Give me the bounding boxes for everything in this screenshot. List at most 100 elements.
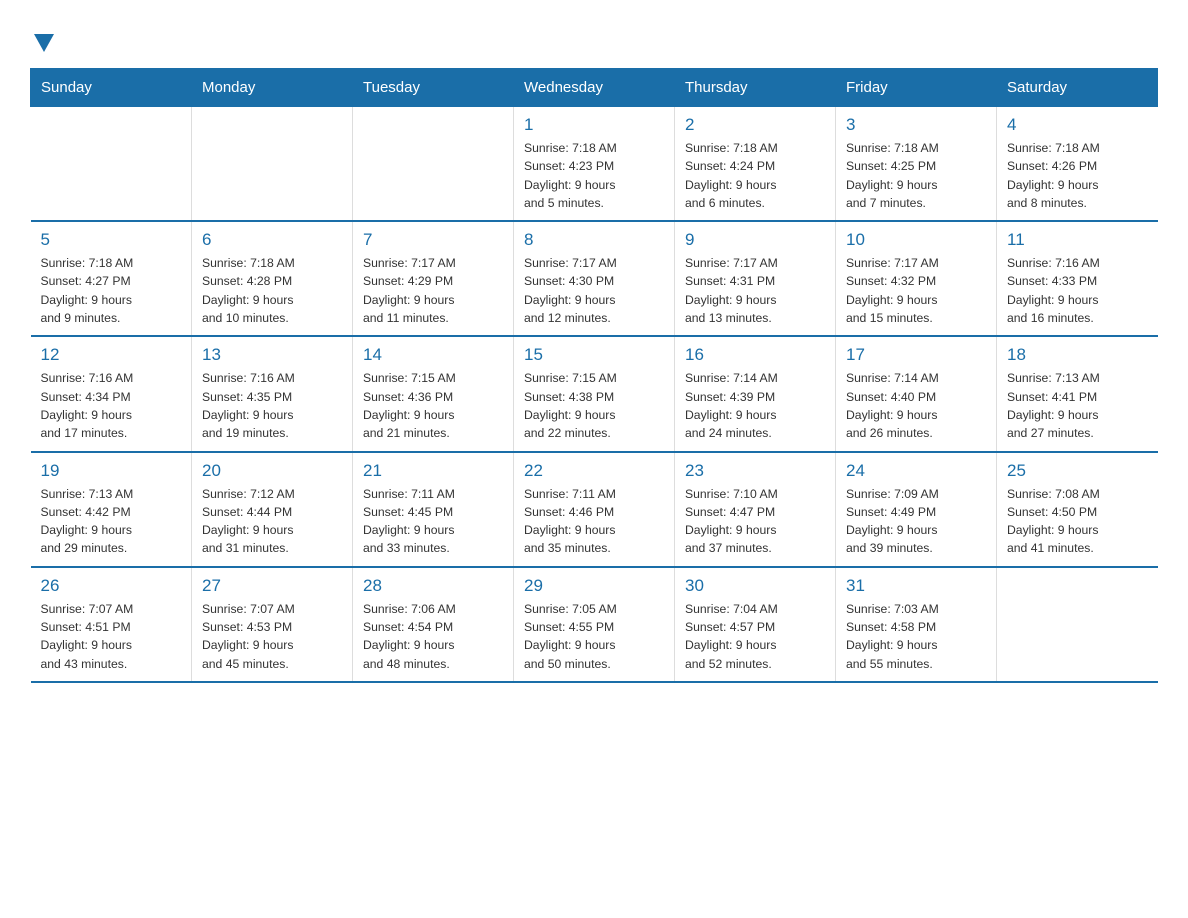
day-number: 17 [846,345,986,365]
header-thursday: Thursday [675,69,836,107]
day-info: Sunrise: 7:04 AMSunset: 4:57 PMDaylight:… [685,600,825,673]
day-number: 5 [41,230,182,250]
day-info: Sunrise: 7:16 AMSunset: 4:35 PMDaylight:… [202,369,342,442]
day-number: 15 [524,345,664,365]
day-info: Sunrise: 7:13 AMSunset: 4:42 PMDaylight:… [41,485,182,558]
day-info: Sunrise: 7:18 AMSunset: 4:23 PMDaylight:… [524,139,664,212]
calendar-cell: 31 Sunrise: 7:03 AMSunset: 4:58 PMDayligh… [836,567,997,682]
day-info: Sunrise: 7:14 AMSunset: 4:39 PMDaylight:… [685,369,825,442]
calendar-week-row: 1 Sunrise: 7:18 AMSunset: 4:23 PMDaylight… [31,107,1158,222]
calendar-week-row: 26Sunrise: 7:07 AMSunset: 4:51 PMDayligh… [31,567,1158,682]
day-number: 27 [202,576,342,596]
calendar-cell [997,567,1158,682]
calendar-cell: 14Sunrise: 7:15 AMSunset: 4:36 PMDayligh… [353,336,514,451]
day-number: 1 [524,115,664,135]
day-number: 26 [41,576,182,596]
calendar-cell: 23 Sunrise: 7:10 AMSunset: 4:47 PMDayligh… [675,452,836,567]
day-info: Sunrise: 7:06 AMSunset: 4:54 PMDaylight:… [363,600,503,673]
day-number: 12 [41,345,182,365]
logo-triangle-icon [34,34,54,52]
day-info: Sunrise: 7:08 AMSunset: 4:50 PMDaylight:… [1007,485,1148,558]
calendar-cell [31,107,192,222]
calendar-cell: 18Sunrise: 7:13 AMSunset: 4:41 PMDayligh… [997,336,1158,451]
header-friday: Friday [836,69,997,107]
calendar-cell: 13Sunrise: 7:16 AMSunset: 4:35 PMDayligh… [192,336,353,451]
calendar-cell: 9 Sunrise: 7:17 AMSunset: 4:31 PMDaylight… [675,221,836,336]
calendar-cell: 30 Sunrise: 7:04 AMSunset: 4:57 PMDayligh… [675,567,836,682]
calendar-cell: 2Sunrise: 7:18 AMSunset: 4:24 PMDaylight… [675,107,836,222]
calendar-cell: 8 Sunrise: 7:17 AMSunset: 4:30 PMDaylight… [514,221,675,336]
day-number: 22 [524,461,664,481]
day-number: 11 [1007,230,1148,250]
calendar-cell: 15 Sunrise: 7:15 AMSunset: 4:38 PMDayligh… [514,336,675,451]
calendar-cell: 12 Sunrise: 7:16 AMSunset: 4:34 PMDayligh… [31,336,192,451]
calendar-cell: 29 Sunrise: 7:05 AMSunset: 4:55 PMDayligh… [514,567,675,682]
header-monday: Monday [192,69,353,107]
calendar-table: SundayMondayTuesdayWednesdayThursdayFrid… [30,68,1158,683]
calendar-week-row: 5 Sunrise: 7:18 AMSunset: 4:27 PMDaylight… [31,221,1158,336]
calendar-header-row: SundayMondayTuesdayWednesdayThursdayFrid… [31,69,1158,107]
day-info: Sunrise: 7:17 AMSunset: 4:29 PMDaylight:… [363,254,503,327]
calendar-cell: 6 Sunrise: 7:18 AMSunset: 4:28 PMDaylight… [192,221,353,336]
day-number: 25 [1007,461,1148,481]
day-info: Sunrise: 7:10 AMSunset: 4:47 PMDaylight:… [685,485,825,558]
day-number: 24 [846,461,986,481]
calendar-cell: 19 Sunrise: 7:13 AMSunset: 4:42 PMDayligh… [31,452,192,567]
day-number: 18 [1007,345,1148,365]
calendar-cell: 24 Sunrise: 7:09 AMSunset: 4:49 PMDayligh… [836,452,997,567]
day-info: Sunrise: 7:16 AMSunset: 4:34 PMDaylight:… [41,369,182,442]
header-sunday: Sunday [31,69,192,107]
day-info: Sunrise: 7:17 AMSunset: 4:30 PMDaylight:… [524,254,664,327]
day-info: Sunrise: 7:16 AMSunset: 4:33 PMDaylight:… [1007,254,1148,327]
day-info: Sunrise: 7:05 AMSunset: 4:55 PMDaylight:… [524,600,664,673]
day-number: 4 [1007,115,1148,135]
day-number: 7 [363,230,503,250]
day-number: 19 [41,461,182,481]
day-number: 16 [685,345,825,365]
header-saturday: Saturday [997,69,1158,107]
day-number: 31 [846,576,986,596]
day-info: Sunrise: 7:03 AMSunset: 4:58 PMDaylight:… [846,600,986,673]
day-info: Sunrise: 7:15 AMSunset: 4:36 PMDaylight:… [363,369,503,442]
calendar-cell: 20 Sunrise: 7:12 AMSunset: 4:44 PMDayligh… [192,452,353,567]
day-number: 29 [524,576,664,596]
day-number: 21 [363,461,503,481]
day-info: Sunrise: 7:14 AMSunset: 4:40 PMDaylight:… [846,369,986,442]
calendar-cell: 28 Sunrise: 7:06 AMSunset: 4:54 PMDayligh… [353,567,514,682]
day-info: Sunrise: 7:15 AMSunset: 4:38 PMDaylight:… [524,369,664,442]
day-number: 8 [524,230,664,250]
day-info: Sunrise: 7:12 AMSunset: 4:44 PMDaylight:… [202,485,342,558]
day-number: 10 [846,230,986,250]
calendar-cell: 21Sunrise: 7:11 AMSunset: 4:45 PMDayligh… [353,452,514,567]
day-info: Sunrise: 7:18 AMSunset: 4:25 PMDaylight:… [846,139,986,212]
calendar-cell: 25 Sunrise: 7:08 AMSunset: 4:50 PMDayligh… [997,452,1158,567]
calendar-cell: 7 Sunrise: 7:17 AMSunset: 4:29 PMDaylight… [353,221,514,336]
day-info: Sunrise: 7:17 AMSunset: 4:31 PMDaylight:… [685,254,825,327]
day-number: 2 [685,115,825,135]
calendar-cell: 3 Sunrise: 7:18 AMSunset: 4:25 PMDaylight… [836,107,997,222]
calendar-cell: 1 Sunrise: 7:18 AMSunset: 4:23 PMDaylight… [514,107,675,222]
calendar-cell: 16 Sunrise: 7:14 AMSunset: 4:39 PMDayligh… [675,336,836,451]
day-info: Sunrise: 7:07 AMSunset: 4:53 PMDaylight:… [202,600,342,673]
calendar-week-row: 12 Sunrise: 7:16 AMSunset: 4:34 PMDayligh… [31,336,1158,451]
day-info: Sunrise: 7:09 AMSunset: 4:49 PMDaylight:… [846,485,986,558]
day-number: 6 [202,230,342,250]
calendar-week-row: 19 Sunrise: 7:13 AMSunset: 4:42 PMDayligh… [31,452,1158,567]
calendar-cell: 10 Sunrise: 7:17 AMSunset: 4:32 PMDayligh… [836,221,997,336]
day-info: Sunrise: 7:18 AMSunset: 4:27 PMDaylight:… [41,254,182,327]
day-info: Sunrise: 7:17 AMSunset: 4:32 PMDaylight:… [846,254,986,327]
day-number: 20 [202,461,342,481]
calendar-cell: 26Sunrise: 7:07 AMSunset: 4:51 PMDayligh… [31,567,192,682]
logo [30,30,54,52]
day-number: 30 [685,576,825,596]
calendar-cell: 17 Sunrise: 7:14 AMSunset: 4:40 PMDayligh… [836,336,997,451]
page-header [30,20,1158,52]
day-info: Sunrise: 7:18 AMSunset: 4:28 PMDaylight:… [202,254,342,327]
calendar-cell: 5 Sunrise: 7:18 AMSunset: 4:27 PMDaylight… [31,221,192,336]
day-number: 28 [363,576,503,596]
day-number: 9 [685,230,825,250]
day-info: Sunrise: 7:11 AMSunset: 4:46 PMDaylight:… [524,485,664,558]
day-number: 3 [846,115,986,135]
calendar-cell: 11 Sunrise: 7:16 AMSunset: 4:33 PMDayligh… [997,221,1158,336]
day-number: 23 [685,461,825,481]
